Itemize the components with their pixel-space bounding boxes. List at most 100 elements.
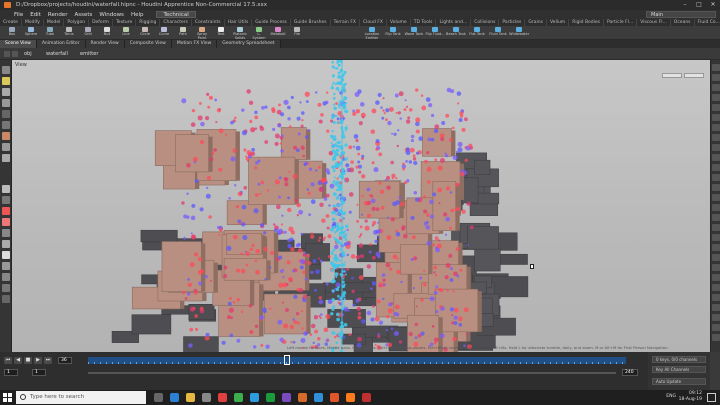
viewport-tool-icon[interactable] <box>2 251 10 259</box>
shelf-tab[interactable]: Rigid Bodies <box>569 19 605 26</box>
display-option-icon[interactable] <box>712 274 720 281</box>
display-option-icon[interactable] <box>712 224 720 231</box>
range-start-field[interactable]: 1 <box>4 369 18 376</box>
viewport-tool-icon[interactable] <box>2 185 10 193</box>
display-option-icon[interactable] <box>712 214 720 221</box>
shelf-tool-fluid[interactable]: Whitewater <box>509 27 529 39</box>
menu-assets[interactable]: Assets <box>74 12 92 18</box>
shelf-tab[interactable]: Oceans <box>671 19 695 26</box>
maximize-button[interactable]: □ <box>692 0 706 10</box>
shelf-tab[interactable]: Create <box>0 19 22 26</box>
shelf-tab[interactable]: Constraints <box>192 19 225 26</box>
viewport-tool-icon[interactable] <box>2 99 10 107</box>
minimize-button[interactable]: – <box>678 0 692 10</box>
shelf-tool[interactable]: Spray Paint <box>194 27 210 40</box>
shelf-tool[interactable]: Circle <box>137 27 153 39</box>
display-option-icon[interactable] <box>712 154 720 161</box>
display-option-icon[interactable] <box>712 144 720 151</box>
stop-button[interactable]: ■ <box>24 357 32 364</box>
display-option-icon[interactable] <box>712 104 720 111</box>
shelf-tab[interactable]: Collisions <box>471 19 500 26</box>
houdini-taskbar-icon[interactable] <box>346 393 355 402</box>
display-option-icon[interactable] <box>712 84 720 91</box>
shelf-tool-fluid[interactable]: Flip Tank <box>383 27 403 39</box>
shelf-tab[interactable]: Cloud FX <box>360 19 387 26</box>
forward-arrow-icon[interactable] <box>12 51 18 57</box>
range-end-field[interactable]: 240 <box>622 369 638 376</box>
timeline-playhead[interactable] <box>284 355 290 365</box>
shelf-tab[interactable]: Particles <box>499 19 526 26</box>
path-crumb-waterfall[interactable]: waterfall <box>46 51 68 57</box>
viewport-tool-icon[interactable] <box>2 196 10 204</box>
shelf-tool[interactable]: Line <box>118 27 134 39</box>
windows-start-icon[interactable] <box>3 393 12 402</box>
display-option-icon[interactable] <box>712 254 720 261</box>
display-option-icon[interactable] <box>712 64 720 71</box>
display-option-icon[interactable] <box>712 304 720 311</box>
menu-file[interactable]: File <box>14 12 23 18</box>
shelf-tool[interactable]: Box <box>4 27 20 39</box>
shelf-tool[interactable]: Sphere <box>23 27 39 39</box>
display-option-icon[interactable] <box>712 244 720 251</box>
shelf-tool[interactable]: Torus <box>61 27 77 39</box>
path-crumb-obj[interactable]: obj <box>24 51 32 57</box>
current-frame-field[interactable]: 36 <box>58 357 72 364</box>
pane-tab[interactable]: Animation Editor <box>36 40 86 48</box>
viewport-tool-icon[interactable] <box>2 121 10 129</box>
shelf-tab[interactable]: Grains <box>525 19 547 26</box>
shelf-tab[interactable]: Lights and... <box>436 19 472 26</box>
edge-icon[interactable] <box>170 393 179 402</box>
shelf-tab[interactable]: Guide Brushes <box>291 19 331 26</box>
back-arrow-icon[interactable] <box>4 51 10 57</box>
shelf-tab[interactable]: Texture <box>113 19 137 26</box>
viewport-tool-icon[interactable] <box>2 273 10 281</box>
shelf-tool[interactable]: Curve <box>156 27 172 39</box>
shelf-tool[interactable]: L-System <box>251 27 267 40</box>
shelf-tab[interactable]: Rigging <box>136 19 161 26</box>
path-crumb-emitter[interactable]: emitter <box>80 51 98 57</box>
viewport-tool-icon[interactable] <box>2 132 10 140</box>
shelf-tab[interactable]: Polygon <box>64 19 90 26</box>
viewport-tool-icon[interactable] <box>2 207 10 215</box>
menu-edit[interactable]: Edit <box>30 12 41 18</box>
play-forward-button[interactable]: ▶ <box>34 357 42 364</box>
shelf-tab[interactable]: Hair Utils <box>225 19 253 26</box>
viewport-tool-icon[interactable] <box>2 240 10 248</box>
viewport-tool-icon[interactable] <box>2 110 10 118</box>
shelf-tool-fluid[interactable]: Fluid Tank <box>488 27 508 39</box>
desktop-selector[interactable]: Technical <box>156 11 196 18</box>
display-option-icon[interactable] <box>712 94 720 101</box>
shelf-tool[interactable]: Platonic Solids <box>232 27 248 40</box>
shelf-tab[interactable]: Deform <box>89 19 113 26</box>
scene-viewport[interactable]: View Left mouse tumbles. Middle pans. Ri… <box>12 60 710 352</box>
display-option-icon[interactable] <box>712 114 720 121</box>
obs-icon[interactable] <box>362 393 371 402</box>
display-option-icon[interactable] <box>712 314 720 321</box>
close-button[interactable]: ✕ <box>706 0 720 10</box>
display-option-icon[interactable] <box>712 234 720 241</box>
display-option-icon[interactable] <box>712 204 720 211</box>
display-option-icon[interactable] <box>712 324 720 331</box>
timeline-track[interactable] <box>88 357 626 364</box>
play-reverse-button[interactable]: ◀ <box>14 357 22 364</box>
clock[interactable]: 09:12 18-Aug-19 <box>679 391 702 403</box>
shelf-tab[interactable]: Modify <box>22 19 44 26</box>
pane-tab[interactable]: Composite View <box>124 40 172 48</box>
shelf-tab[interactable]: TD Tools <box>411 19 437 26</box>
shelf-tool[interactable]: Tube <box>42 27 58 39</box>
shelf-tab[interactable]: Viscous Fl... <box>637 19 671 26</box>
build-selector[interactable]: Main <box>646 11 716 18</box>
display-option-icon[interactable] <box>712 74 720 81</box>
jump-end-button[interactable]: ⏭ <box>44 357 52 364</box>
shelf-tab[interactable]: Vellum <box>547 19 570 26</box>
shelf-tool[interactable]: Path <box>175 27 191 39</box>
display-option-icon[interactable] <box>712 124 720 131</box>
auto-update-dropdown[interactable]: Auto Update <box>652 378 706 385</box>
opera-icon[interactable] <box>218 393 227 402</box>
file-explorer-icon[interactable] <box>186 393 195 402</box>
language-indicator[interactable]: ENG <box>666 394 676 399</box>
shelf-tool-fluid[interactable]: Location Emitter <box>362 27 382 40</box>
display-option-icon[interactable] <box>712 264 720 271</box>
pane-tab[interactable]: Motion FX View <box>171 40 218 48</box>
chrome-icon[interactable] <box>234 393 243 402</box>
